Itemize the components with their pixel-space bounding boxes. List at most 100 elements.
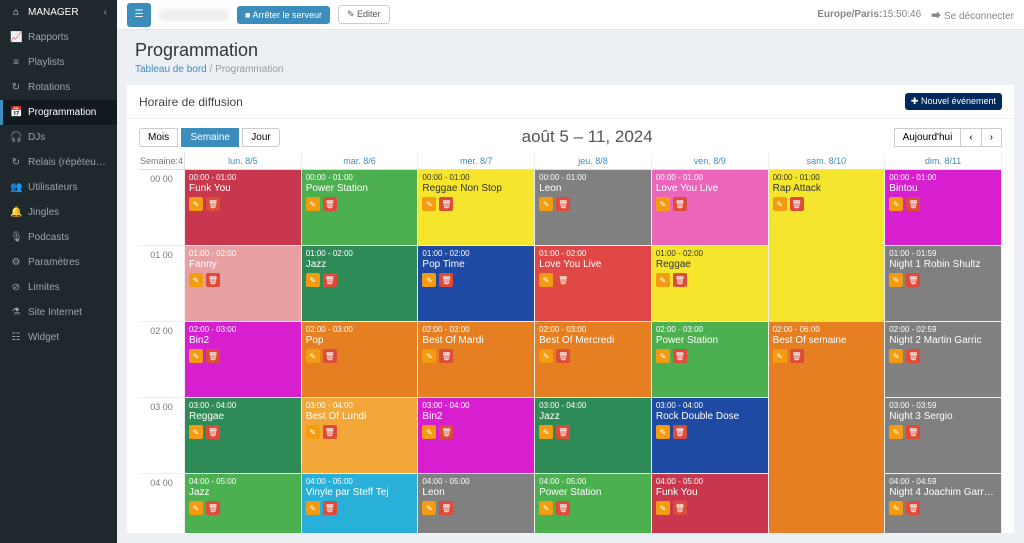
event-delete-button[interactable]: 🗑 [906, 197, 920, 211]
slot-d2-h1[interactable]: 01:00 - 02:00Pop Time✎🗑 [418, 246, 535, 322]
sidebar-item-playlists[interactable]: ≡Playlists [0, 50, 117, 75]
slot-d6-h4[interactable]: 04:00 - 04:59Night 4 Joachim Garraud✎🗑 [885, 474, 1002, 533]
event-edit-button[interactable]: ✎ [656, 501, 670, 515]
event-edit-button[interactable]: ✎ [656, 273, 670, 287]
slot-d1-h0[interactable]: 00:00 - 01:00Power Station✎🗑 [302, 170, 419, 246]
event[interactable]: 02:00 - 03:00Best Of Mardi✎🗑 [418, 322, 534, 397]
slot-d6-h3[interactable]: 03:00 - 03:59Night 3 Sergio✎🗑 [885, 398, 1002, 474]
sidebar-item-reports[interactable]: 📈Rapports [0, 25, 117, 50]
event[interactable]: 01:00 - 01:59Night 1 Robin Shultz✎🗑 [885, 246, 1001, 321]
event-edit-button[interactable]: ✎ [889, 425, 903, 439]
event[interactable]: 01:00 - 02:00Fanny✎🗑 [185, 246, 301, 321]
event[interactable]: 04:00 - 05:00Power Station✎🗑 [535, 474, 651, 533]
slot-d0-h1[interactable]: 01:00 - 02:00Fanny✎🗑 [185, 246, 302, 322]
event-delete-button[interactable]: 🗑 [906, 425, 920, 439]
slot-d3-h4[interactable]: 04:00 - 05:00Power Station✎🗑 [535, 474, 652, 533]
event-delete-button[interactable]: 🗑 [556, 501, 570, 515]
event[interactable]: 02:00 - 06:00Best Of semaine✎🗑 [769, 322, 885, 533]
event-delete-button[interactable]: 🗑 [206, 349, 220, 363]
sidebar-item-scheduling[interactable]: 📅Programmation [0, 100, 117, 125]
event[interactable]: 00:00 - 01:00Love You Live✎🗑 [652, 170, 768, 245]
event[interactable]: 02:00 - 03:00Pop✎🗑 [302, 322, 418, 397]
event-edit-button[interactable]: ✎ [306, 197, 320, 211]
slot-d0-h3[interactable]: 03:00 - 04:00Reggae✎🗑 [185, 398, 302, 474]
new-event-button[interactable]: ✚ Nouvel événement [905, 93, 1002, 110]
sidebar-item-podcasts[interactable]: 🎙Podcasts [0, 225, 117, 250]
event-delete-button[interactable]: 🗑 [206, 273, 220, 287]
event[interactable]: 02:00 - 02:59Night 2 Martin Garric✎🗑 [885, 322, 1001, 397]
edit-button[interactable]: ✎ Editer [338, 5, 390, 24]
slot-d4-h0[interactable]: 00:00 - 01:00Love You Live✎🗑 [652, 170, 769, 246]
event-edit-button[interactable]: ✎ [656, 197, 670, 211]
slot-d5-h2[interactable]: 02:00 - 06:00Best Of semaine✎🗑 [769, 322, 886, 398]
event-edit-button[interactable]: ✎ [889, 501, 903, 515]
event[interactable]: 01:00 - 02:00Jazz✎🗑 [302, 246, 418, 321]
sidebar-item-website[interactable]: ⚗Site Internet [0, 300, 117, 325]
logout-button[interactable]: ⮕ Se déconnecter [931, 7, 1014, 22]
menu-toggle[interactable]: ☰ [127, 3, 151, 27]
day-header-5[interactable]: sam. 8/10 [769, 153, 886, 170]
event[interactable]: 02:00 - 03:00Best Of Mercredi✎🗑 [535, 322, 651, 397]
view-day-button[interactable]: Jour [242, 128, 279, 147]
day-header-0[interactable]: lun. 8/5 [185, 153, 302, 170]
event[interactable]: 01:00 - 02:00Love You Live✎🗑 [535, 246, 651, 321]
slot-d1-h3[interactable]: 03:00 - 04:00Best Of Lundi✎🗑 [302, 398, 419, 474]
event-edit-button[interactable]: ✎ [189, 425, 203, 439]
event-delete-button[interactable]: 🗑 [323, 349, 337, 363]
today-button[interactable]: Aujourd'hui [894, 128, 962, 147]
event-edit-button[interactable]: ✎ [189, 349, 203, 363]
view-week-button[interactable]: Semaine [181, 128, 238, 147]
slot-d4-h3[interactable]: 03:00 - 04:00Rock Double Dose✎🗑 [652, 398, 769, 474]
event[interactable]: 03:00 - 04:00Reggae✎🗑 [185, 398, 301, 473]
event-edit-button[interactable]: ✎ [539, 501, 553, 515]
event-delete-button[interactable]: 🗑 [556, 349, 570, 363]
event-delete-button[interactable]: 🗑 [790, 349, 804, 363]
event-delete-button[interactable]: 🗑 [673, 197, 687, 211]
event-edit-button[interactable]: ✎ [889, 197, 903, 211]
slot-d6-h1[interactable]: 01:00 - 01:59Night 1 Robin Shultz✎🗑 [885, 246, 1002, 322]
event-edit-button[interactable]: ✎ [889, 273, 903, 287]
event-edit-button[interactable]: ✎ [539, 349, 553, 363]
event-edit-button[interactable]: ✎ [306, 425, 320, 439]
day-header-2[interactable]: mer. 8/7 [418, 153, 535, 170]
event-edit-button[interactable]: ✎ [422, 349, 436, 363]
event-delete-button[interactable]: 🗑 [906, 349, 920, 363]
sidebar-item-users[interactable]: 👥Utilisateurs [0, 175, 117, 200]
event-delete-button[interactable]: 🗑 [906, 273, 920, 287]
sidebar-item-relays[interactable]: ↻Relais (répéteurs) [0, 150, 117, 175]
event-delete-button[interactable]: 🗑 [323, 197, 337, 211]
event-edit-button[interactable]: ✎ [539, 197, 553, 211]
slot-d1-h1[interactable]: 01:00 - 02:00Jazz✎🗑 [302, 246, 419, 322]
day-header-6[interactable]: dim. 8/11 [885, 153, 1002, 170]
event-delete-button[interactable]: 🗑 [673, 425, 687, 439]
event-delete-button[interactable]: 🗑 [439, 273, 453, 287]
event-edit-button[interactable]: ✎ [539, 273, 553, 287]
event-delete-button[interactable]: 🗑 [673, 273, 687, 287]
event-edit-button[interactable]: ✎ [422, 501, 436, 515]
event-delete-button[interactable]: 🗑 [673, 349, 687, 363]
event-delete-button[interactable]: 🗑 [206, 501, 220, 515]
event-edit-button[interactable]: ✎ [306, 349, 320, 363]
event[interactable]: 00:00 - 01:00Funk You✎🗑 [185, 170, 301, 245]
day-header-4[interactable]: ven. 8/9 [652, 153, 769, 170]
event-delete-button[interactable]: 🗑 [556, 425, 570, 439]
event[interactable]: 04:00 - 04:59Night 4 Joachim Garraud✎🗑 [885, 474, 1001, 533]
event-edit-button[interactable]: ✎ [189, 501, 203, 515]
event[interactable]: 00:00 - 01:00Leon✎🗑 [535, 170, 651, 245]
event-delete-button[interactable]: 🗑 [556, 197, 570, 211]
event-delete-button[interactable]: 🗑 [906, 501, 920, 515]
prev-button[interactable]: ‹ [960, 128, 981, 147]
sidebar-item-settings[interactable]: ⚙Paramètres [0, 250, 117, 275]
event-edit-button[interactable]: ✎ [189, 273, 203, 287]
day-header-1[interactable]: mar. 8/6 [302, 153, 419, 170]
event-delete-button[interactable]: 🗑 [323, 273, 337, 287]
event-delete-button[interactable]: 🗑 [206, 425, 220, 439]
event-delete-button[interactable]: 🗑 [439, 197, 453, 211]
event[interactable]: 04:00 - 05:00Vinyle par Steff Tej✎🗑 [302, 474, 418, 533]
event-delete-button[interactable]: 🗑 [673, 501, 687, 515]
event-delete-button[interactable]: 🗑 [206, 197, 220, 211]
event[interactable]: 03:00 - 04:00Rock Double Dose✎🗑 [652, 398, 768, 473]
event[interactable]: 02:00 - 03:00Power Station✎🗑 [652, 322, 768, 397]
slot-d2-h3[interactable]: 03:00 - 04:00Bin2✎🗑 [418, 398, 535, 474]
event[interactable]: 01:00 - 02:00Reggae✎🗑 [652, 246, 768, 321]
